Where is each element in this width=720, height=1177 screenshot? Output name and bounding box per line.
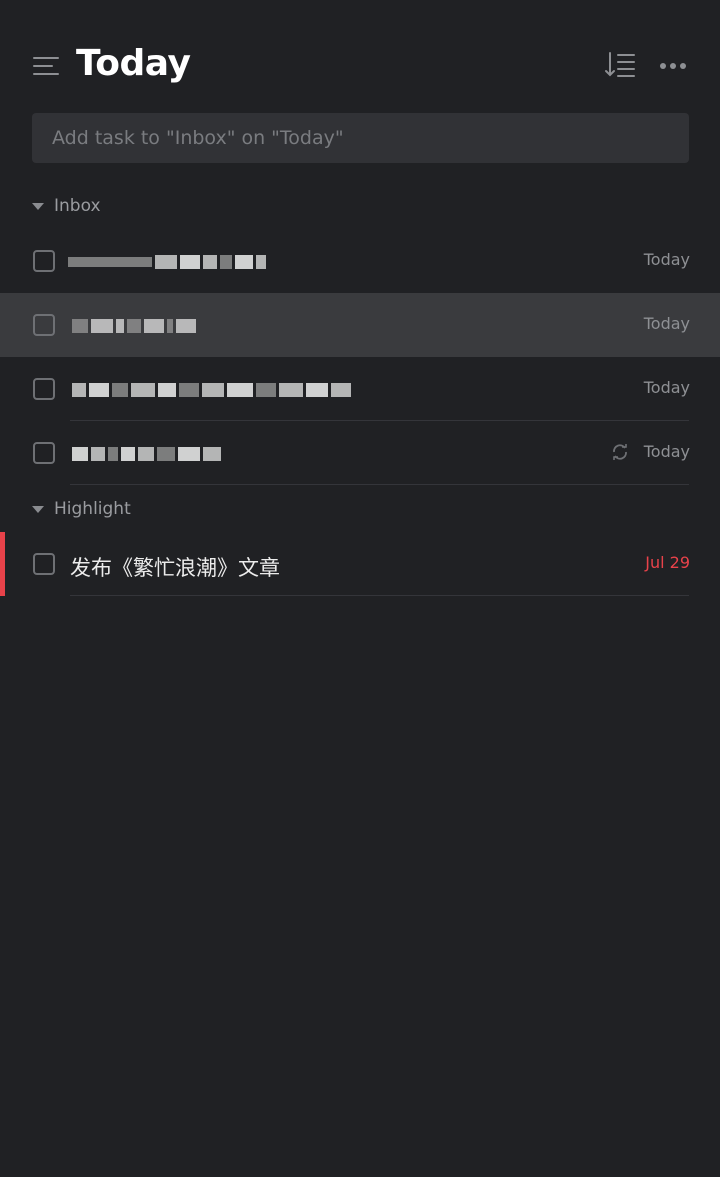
task-row[interactable]: Today: [0, 293, 720, 357]
task-checkbox[interactable]: [33, 314, 55, 336]
divider: [70, 595, 689, 596]
divider: [70, 484, 689, 485]
task-row[interactable]: Today: [0, 357, 720, 421]
section-label: Highlight: [54, 499, 131, 519]
section-header-highlight[interactable]: Highlight: [32, 497, 131, 521]
sort-icon: [605, 52, 635, 77]
task-checkbox[interactable]: [33, 553, 55, 575]
section-header-inbox[interactable]: Inbox: [32, 194, 101, 218]
add-task-input[interactable]: [32, 113, 689, 163]
caret-down-icon: [32, 202, 44, 210]
task-row[interactable]: Today: [0, 229, 720, 293]
section-label: Inbox: [54, 196, 101, 216]
task-checkbox[interactable]: [33, 442, 55, 464]
task-title[interactable]: 发布《繁忙浪潮》文章: [70, 552, 280, 582]
task-date: Today: [643, 250, 690, 269]
more-icon: [660, 63, 686, 69]
task-title-redacted: [68, 253, 266, 271]
menu-icon: [33, 57, 59, 75]
task-title-redacted: [72, 381, 351, 399]
task-date: Jul 29: [645, 553, 690, 572]
task-checkbox[interactable]: [33, 250, 55, 272]
page-title: Today: [76, 43, 191, 84]
task-date: Today: [643, 442, 690, 461]
task-title-redacted: [72, 317, 196, 335]
sort-button[interactable]: [604, 50, 638, 80]
task-date: Today: [643, 314, 690, 333]
priority-indicator: [0, 532, 5, 596]
repeat-icon: [613, 444, 627, 460]
task-title-redacted: [72, 445, 221, 463]
task-row[interactable]: Today: [0, 421, 720, 485]
more-button[interactable]: [656, 54, 690, 78]
app-window: Today Inbox: [0, 0, 720, 1177]
header: Today: [0, 40, 720, 94]
menu-button[interactable]: [32, 54, 60, 78]
caret-down-icon: [32, 505, 44, 513]
task-row[interactable]: 发布《繁忙浪潮》文章 Jul 29: [0, 532, 720, 596]
task-checkbox[interactable]: [33, 378, 55, 400]
task-date: Today: [643, 378, 690, 397]
